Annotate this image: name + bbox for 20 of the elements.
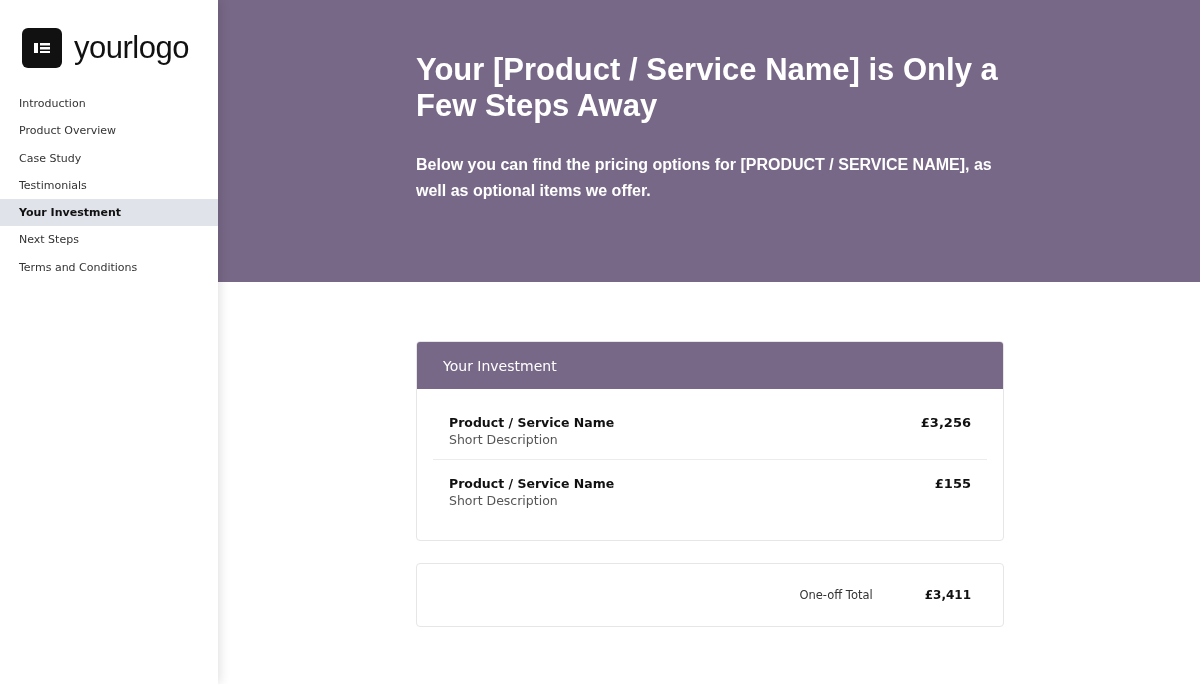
page-title: Your [Product / Service Name] is Only a Few Steps Away (416, 52, 999, 124)
total-label: One-off Total (799, 588, 873, 602)
sidebar-item[interactable]: Introduction (0, 90, 218, 118)
sidebar-item[interactable]: Testimonials (0, 171, 218, 200)
sidebar-item[interactable]: Product Overview (0, 117, 218, 145)
sidebar-item[interactable]: Terms and Conditions (0, 253, 218, 282)
item-name: Product / Service Name (449, 476, 615, 491)
page-subtitle: Below you can find the pricing options for [PRODUCT / SERVICE NAME], as well as optional items we offer. (416, 155, 993, 201)
item-name: Product / Service Name (449, 415, 615, 430)
sidebar-item[interactable]: Case Study (0, 144, 218, 172)
item-price: £3,256 (920, 415, 971, 432)
item-description: Short Description (449, 432, 559, 447)
card-header: Your Investment (417, 342, 1003, 389)
sidebar-item[interactable]: Your Investment (0, 199, 218, 227)
item-description: Short Description (449, 493, 559, 508)
total-value: £3,411 (924, 588, 971, 602)
logo-text: yourlogo (74, 30, 189, 66)
item-price: £155 (934, 476, 971, 493)
sidebar-item[interactable]: Next Steps (0, 226, 218, 254)
logo-icon (22, 28, 62, 68)
